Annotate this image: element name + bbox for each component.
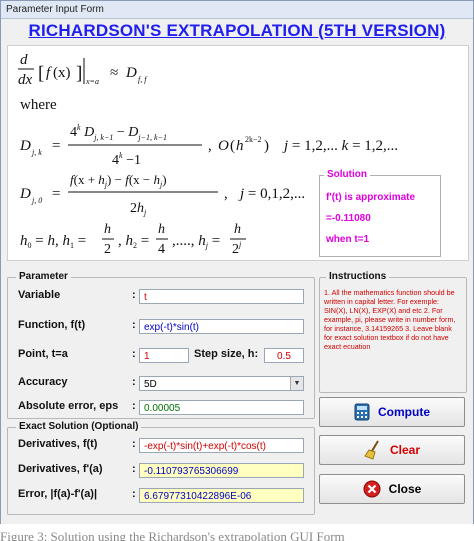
variable-input[interactable]: t [139,289,304,304]
accuracy-label: Accuracy [18,376,68,388]
svg-text:f, f: f, f [138,75,148,84]
svg-text:x=a: x=a [85,77,99,86]
calculator-icon [354,403,370,421]
svg-text:O: O [218,138,229,154]
colon: : [132,289,136,301]
function-label: Function, f(t) [18,319,86,331]
colon: : [132,488,136,500]
colon: : [132,463,136,475]
solution-box: Solution f'(t) is approximate =-0.11080 … [319,169,441,257]
absolute-error-label: Absolute error, eps [18,400,119,412]
svg-text:4k −1: 4k −1 [112,151,141,168]
svg-text:,: , [224,186,228,202]
colon: : [132,348,136,360]
step-size-label: Step size, h: [194,348,259,360]
svg-text:,: , [208,138,212,154]
exact-solution-legend: Exact Solution (Optional) [16,421,142,432]
error-output: 6.67977310422896E-06 [139,488,304,503]
colon: : [132,376,136,388]
window-title: Parameter Input Form [1,1,473,19]
svg-text:d: d [20,52,28,68]
svg-text:dx: dx [18,72,33,88]
accuracy-value: 5D [144,379,157,390]
svg-text:2: 2 [104,242,111,257]
svg-text:[: [ [38,63,44,84]
compute-label: Compute [378,405,430,419]
svg-text:2hj: 2hj [130,201,147,217]
derivatives-label: Derivatives, f(t) [18,438,98,450]
svg-text:(x): (x) [53,65,71,81]
colon: : [132,438,136,450]
svg-text:j = 1,2,... k = 1,2,...: j = 1,2,... k = 1,2,... [282,138,398,154]
svg-text:=: = [52,138,60,154]
solution-legend: Solution [324,169,370,180]
svg-text:h: h [234,222,241,237]
solution-line-1: f'(t) is approximate [326,192,416,203]
svg-text:2j: 2j [232,240,242,257]
variable-label: Variable [18,289,61,301]
solution-line-3: when t=1 [326,234,370,245]
point-input[interactable]: 1 [139,348,189,363]
svg-text:4k Dj, k−1 − Dj−1, k−1: 4k Dj, k−1 − Dj−1, k−1 [70,123,167,142]
svg-text:, h2 =: , h2 = [118,233,149,250]
svg-text:2k−2: 2k−2 [245,135,262,144]
derivatives-input[interactable]: -exp(-t)*sin(t)+exp(-t)*cos(t) [139,438,304,453]
colon: : [132,319,136,331]
close-button[interactable]: Close [319,474,465,504]
compute-button[interactable]: Compute [319,397,465,427]
svg-text:j, 0: j, 0 [31,196,42,205]
broom-icon [364,440,379,460]
clear-button[interactable]: Clear [319,435,465,465]
exact-solution-group: Exact Solution (Optional) Derivatives, f… [7,421,315,515]
svg-text:D: D [19,186,31,202]
derivative-at-a-output: -0.110793765306699 [139,463,304,478]
close-icon [363,480,381,498]
solution-line-2: =-0.11080 [326,213,371,224]
accuracy-select[interactable]: 5D ▼ [139,376,304,391]
svg-text:h: h [236,138,244,154]
svg-text:h: h [158,222,165,237]
figure-caption: Figure 3: Solution using the Richardson'… [0,530,345,541]
svg-text:j = 0,1,2,...: j = 0,1,2,... [238,186,305,202]
svg-text:]: ] [76,63,82,84]
parameter-group: Parameter Variable : t Function, f(t) : … [7,271,315,419]
svg-text:): ) [264,138,269,154]
svg-text:(: ( [230,138,235,154]
parameter-input-window: Parameter Input Form RICHARDSON'S EXTRAP… [0,0,474,525]
instructions-text: 1. All the mathematics function should b… [324,288,456,351]
svg-text:h: h [104,222,111,237]
svg-text:f(x + hj) − f(x − hj): f(x + hj) − f(x − hj) [70,172,167,189]
function-input[interactable]: exp(-t)*sin(t) [139,319,304,334]
page-title: RICHARDSON'S EXTRAPOLATION (5TH VERSION) [28,21,446,40]
svg-text:h0 = h, h1 =: h0 = h, h1 = [20,233,86,250]
clear-label: Clear [389,443,421,457]
step-size-input[interactable]: 0.5 [264,348,304,363]
svg-text:D: D [125,65,137,81]
instructions-legend: Instructions [326,271,390,282]
svg-text:4: 4 [158,242,165,257]
close-label: Close [388,482,422,496]
svg-text:j, k: j, k [31,148,42,157]
instructions-group: Instructions 1. All the mathematics func… [319,271,467,393]
svg-text:where: where [20,97,57,113]
absolute-error-input[interactable]: 0.00005 [139,400,304,415]
svg-text:f: f [46,65,52,81]
derivative-at-a-label: Derivatives, f'(a) [18,463,103,475]
chevron-down-icon[interactable]: ▼ [290,377,303,390]
error-label: Error, |f(a)-f'(a)| [18,488,98,500]
point-label: Point, t=a [18,348,68,360]
svg-text:≈: ≈ [110,65,118,81]
parameter-legend: Parameter [16,271,71,282]
svg-text:=: = [52,186,60,202]
svg-text:,...., hj =: ,...., hj = [172,233,220,250]
svg-text:D: D [19,138,31,154]
colon: : [132,400,136,412]
